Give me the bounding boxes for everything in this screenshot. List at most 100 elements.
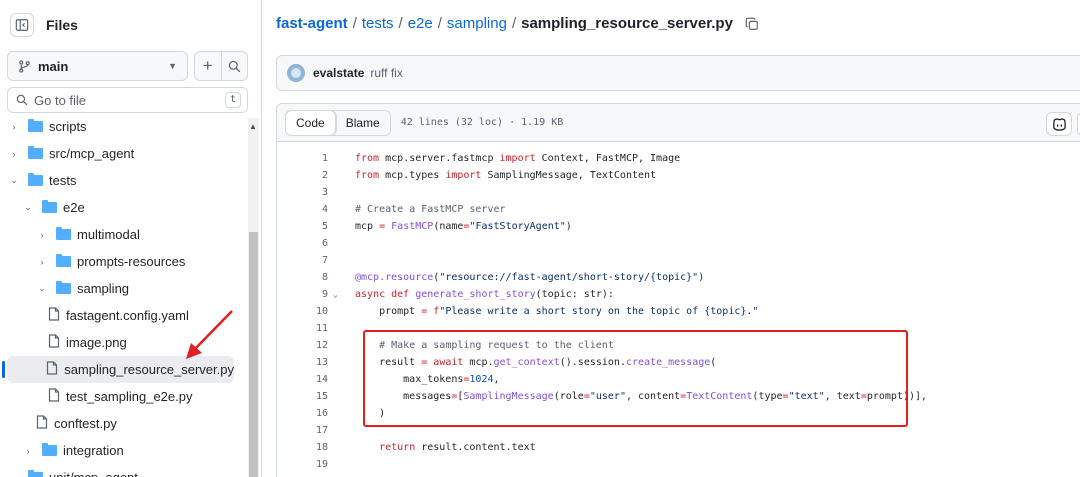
line-number[interactable]: 15 <box>277 388 328 405</box>
chevron-right-icon[interactable]: › <box>8 149 20 159</box>
code-text: return result.content.text <box>379 442 536 453</box>
tree-folder[interactable]: › src/mcp_agent <box>0 140 247 167</box>
tree-item-label: fastagent.config.yaml <box>66 308 189 323</box>
file-icon <box>48 334 60 351</box>
files-title: Files <box>46 17 78 33</box>
tree-folder[interactable]: ⌄ tests <box>0 167 247 194</box>
chevron-right-icon[interactable]: › <box>36 257 48 267</box>
line-number[interactable]: 1 <box>277 150 328 167</box>
line-number[interactable]: 2 <box>277 167 328 184</box>
code-text: from mcp.types import SamplingMessage, T… <box>355 170 657 181</box>
line-number[interactable]: 12 <box>277 337 328 354</box>
tree-folder[interactable]: ⌄ sampling <box>0 275 247 302</box>
line-number[interactable]: 14 <box>277 371 328 388</box>
collapse-sidebar-button[interactable] <box>10 13 34 37</box>
tree-item-label: unit/mcp_agent <box>49 470 138 477</box>
breadcrumb-repo-link[interactable]: fast-agent <box>276 15 348 32</box>
selected-indicator <box>2 361 5 378</box>
code-text: mcp = FastMCP(name="FastStoryAgent") <box>355 221 572 232</box>
file-icon <box>36 415 48 432</box>
line-number[interactable]: 17 <box>277 422 328 439</box>
add-file-button[interactable]: + <box>195 52 222 80</box>
line-number[interactable]: 10 <box>277 303 328 320</box>
file-icon <box>48 388 60 405</box>
code-line: 10 prompt = f"Please write a short story… <box>277 303 1080 320</box>
tree-scrollbar[interactable]: ▲ <box>248 118 259 477</box>
line-number[interactable]: 6 <box>277 235 328 252</box>
code-text: result = await mcp.get_context().session… <box>355 357 717 368</box>
line-number[interactable]: 7 <box>277 252 328 269</box>
commit-author[interactable]: evalstate <box>313 66 364 80</box>
file-tree: › scripts › src/mcp_agent ⌄ tests ⌄ e2e › multimo… <box>0 112 247 477</box>
plus-icon: + <box>202 56 213 75</box>
blame-tab[interactable]: Blame <box>336 111 390 135</box>
breadcrumb-separator: / <box>437 15 442 32</box>
branch-selector[interactable]: main ▼ <box>7 51 188 81</box>
line-number[interactable]: 5 <box>277 218 328 235</box>
code-text: async def generate_short_story(topic: st… <box>355 289 614 300</box>
tree-item-label: image.png <box>66 335 127 350</box>
avatar[interactable] <box>287 64 305 82</box>
search-button[interactable] <box>222 52 248 80</box>
tree-item-label: multimodal <box>77 227 140 242</box>
chevron-right-icon[interactable]: › <box>8 122 20 132</box>
line-number[interactable]: 3 <box>277 184 328 201</box>
tree-folder[interactable]: ⌄ e2e <box>0 194 247 221</box>
chevron-right-icon[interactable]: › <box>22 446 34 456</box>
line-number[interactable]: 20 <box>277 473 328 477</box>
folder-icon <box>56 227 71 240</box>
breadcrumb-separator: / <box>352 15 357 32</box>
chevron-down-icon[interactable]: ⌄ <box>36 283 48 294</box>
line-number[interactable]: 8 <box>277 269 328 286</box>
tree-file[interactable]: image.png <box>0 329 247 356</box>
breadcrumb-link-sampling[interactable]: sampling <box>447 15 507 32</box>
branch-row: main ▼ + <box>7 51 248 81</box>
code-line: 9 ⌄ async def generate_short_story(topic: … <box>277 286 1080 303</box>
shortcut-key: t <box>224 92 241 108</box>
code-text: from mcp.server.fastmcp import Context, … <box>355 153 681 164</box>
line-number[interactable]: 4 <box>277 201 328 218</box>
tree-file[interactable]: fastagent.config.yaml <box>0 302 247 329</box>
fold-chevron-icon[interactable]: ⌄ <box>333 286 338 303</box>
code-line: 16 ) <box>277 405 1080 422</box>
code-line: 6 <box>277 235 1080 252</box>
code-text: max_tokens=1024, <box>355 374 500 385</box>
chevron-down-icon[interactable]: ⌄ <box>22 202 34 213</box>
code-viewer: Code Blame 42 lines (32 loc) · 1.19 KB 1… <box>276 103 1080 477</box>
tree-folder[interactable]: › integration <box>0 437 247 464</box>
line-number[interactable]: 13 <box>277 354 328 371</box>
folder-icon <box>42 443 57 456</box>
copy-path-button[interactable] <box>745 17 759 31</box>
line-number[interactable]: 11 <box>277 320 328 337</box>
chevron-down-icon[interactable]: ⌄ <box>8 175 20 186</box>
scroll-up-arrow-icon[interactable]: ▲ <box>249 122 257 131</box>
breadcrumb-link-tests[interactable]: tests <box>362 15 394 32</box>
code-tab[interactable]: Code <box>286 110 336 135</box>
tree-folder[interactable]: ⌄ unit/mcp_agent <box>0 464 247 477</box>
chevron-right-icon[interactable]: › <box>36 230 48 240</box>
chevron-down-icon[interactable]: ⌄ <box>8 472 20 477</box>
tree-folder[interactable]: › scripts <box>0 113 247 140</box>
line-number[interactable]: 9 <box>277 286 328 303</box>
tree-file[interactable]: conftest.py <box>0 410 247 437</box>
tree-file[interactable]: sampling_resource_server.py <box>2 356 234 383</box>
code-line: 5 mcp = FastMCP(name="FastStoryAgent") <box>277 218 1080 235</box>
code-line: 20 <box>277 473 1080 477</box>
code-line: 17 <box>277 422 1080 439</box>
tree-item-label: prompts-resources <box>77 254 186 269</box>
commit-message[interactable]: ruff fix <box>370 66 402 80</box>
tree-file[interactable]: test_sampling_e2e.py <box>0 383 247 410</box>
code-line: 4 # Create a FastMCP server <box>277 201 1080 218</box>
scrollbar-thumb[interactable] <box>249 232 258 477</box>
tree-folder[interactable]: › multimodal <box>0 221 247 248</box>
go-to-file-input[interactable]: Go to file t <box>7 87 248 113</box>
tree-folder[interactable]: › prompts-resources <box>0 248 247 275</box>
file-icon <box>46 361 58 378</box>
line-number[interactable]: 18 <box>277 439 328 456</box>
breadcrumb-link-e2e[interactable]: e2e <box>408 15 433 32</box>
line-number[interactable]: 19 <box>277 456 328 473</box>
copilot-button[interactable] <box>1046 112 1072 136</box>
folder-icon <box>28 173 43 186</box>
code-toolbar: Code Blame 42 lines (32 loc) · 1.19 KB <box>277 104 1080 142</box>
line-number[interactable]: 16 <box>277 405 328 422</box>
